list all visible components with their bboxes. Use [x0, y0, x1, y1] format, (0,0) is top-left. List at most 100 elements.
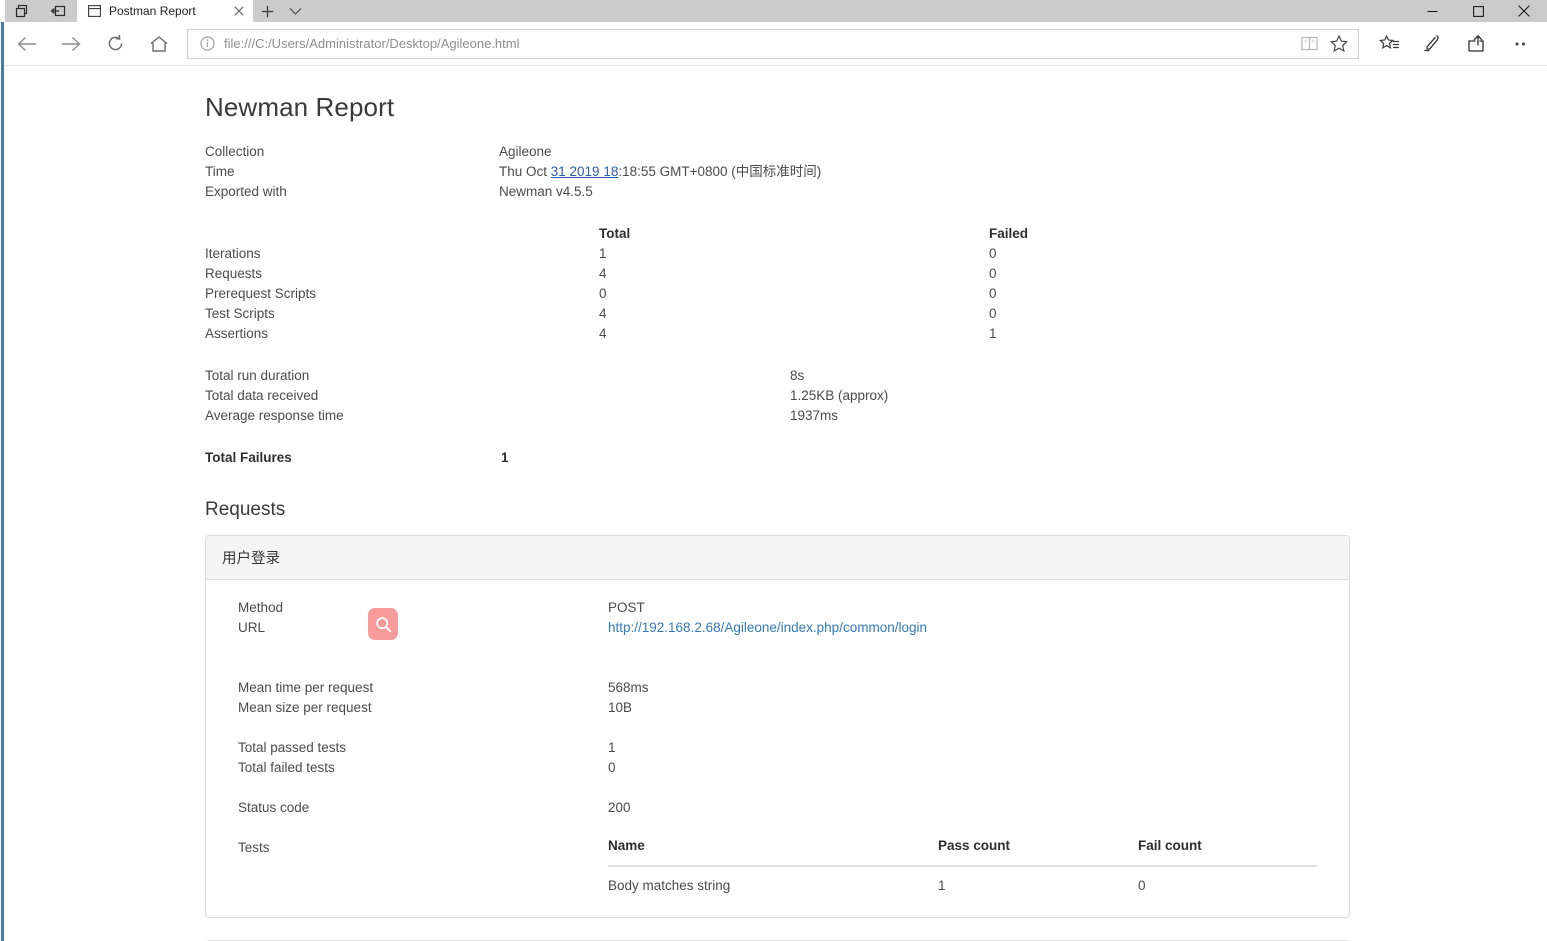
browser-tab[interactable]: Postman Report: [77, 0, 253, 22]
table-row: Assertions 4 1: [205, 324, 1547, 344]
duration-label: Total data received: [205, 388, 319, 403]
table-row: Prerequest Scripts 0 0: [205, 284, 1547, 304]
stat-failed: 1: [989, 326, 997, 341]
book-icon[interactable]: [1294, 30, 1324, 58]
request-url-link[interactable]: http://192.168.2.68/Agileone/index.php/c…: [608, 620, 927, 635]
stat-failed: 0: [989, 286, 997, 301]
stat-label: Requests: [205, 266, 263, 281]
stat-failed: 0: [989, 306, 997, 321]
meta-value: Thu Oct 31 2019 18:18:55 GMT+0800 (中国标准时…: [499, 162, 821, 182]
summary-header-row: Total Failed: [205, 224, 1547, 244]
duration-value: 1.25KB (approx): [790, 388, 889, 403]
total-failures-row: Total Failures 1: [205, 448, 1547, 468]
toolbar-actions: [1367, 22, 1547, 66]
chevron-down-icon[interactable]: [281, 0, 309, 22]
tests-section: Tests Name Pass count Fail count Body ma…: [238, 838, 1317, 893]
stat-label: Prerequest Scripts: [205, 286, 317, 301]
passed-tests-value: 1: [608, 740, 616, 755]
share-icon[interactable]: [1455, 22, 1499, 66]
tests-label: Tests: [238, 840, 270, 855]
date-link[interactable]: 31 2019 18: [551, 164, 619, 179]
duration-value: 1937ms: [790, 408, 839, 423]
meta-label: Exported with: [205, 184, 287, 199]
browser-window: Postman Report file:///C:/Users/Administ…: [5, 0, 1547, 941]
failed-tests-value: 0: [608, 760, 616, 775]
summary-header-failed: Failed: [989, 226, 1029, 241]
stat-total: 1: [599, 246, 607, 261]
refresh-button[interactable]: [93, 22, 137, 66]
duration-label: Average response time: [205, 408, 344, 423]
duration-label: Total run duration: [205, 368, 310, 383]
page-icon: [87, 4, 101, 18]
star-icon[interactable]: [1324, 30, 1354, 58]
total-failures-label: Total Failures: [205, 450, 292, 465]
report-meta: Collection Agileone Time Thu Oct 31 2019…: [205, 142, 1547, 202]
info-icon[interactable]: [196, 33, 218, 55]
status-code-value: 200: [608, 800, 631, 815]
favorites-hub-icon[interactable]: [1367, 22, 1411, 66]
test-name: Body matches string: [608, 878, 731, 893]
passed-tests-label: Total passed tests: [238, 740, 347, 755]
request-card: 用户登录 Method POST URL http://192.168.2.68…: [205, 535, 1350, 918]
stat-label: Iterations: [205, 246, 261, 261]
newman-report: Newman Report Collection Agileone Time T…: [5, 66, 1547, 941]
test-fail-count: 0: [1138, 878, 1146, 893]
window-restore-icon[interactable]: [11, 0, 33, 22]
meta-value: Agileone: [499, 144, 552, 159]
tab-strip: Postman Report: [5, 0, 1547, 22]
forward-button[interactable]: [49, 22, 93, 66]
minimize-button[interactable]: [1409, 0, 1455, 22]
url-text[interactable]: file:///C:/Users/Administrator/Desktop/A…: [218, 36, 1294, 51]
status-code-row: Status code 200: [238, 798, 1317, 818]
close-button[interactable]: [1501, 0, 1547, 22]
address-bar[interactable]: file:///C:/Users/Administrator/Desktop/A…: [187, 28, 1359, 59]
stat-total: 4: [599, 306, 607, 321]
meta-label: Collection: [205, 144, 265, 159]
meta-label: Time: [205, 164, 235, 179]
page-title: Newman Report: [205, 92, 395, 122]
search-icon[interactable]: [368, 608, 398, 640]
column-header-pass-count: Pass count: [938, 838, 1138, 867]
pen-icon[interactable]: [1411, 22, 1455, 66]
status-code-label: Status code: [238, 800, 310, 815]
url-label: URL: [238, 620, 266, 635]
tests-table: Name Pass count Fail count Body matches …: [608, 838, 1317, 893]
back-button[interactable]: [5, 22, 49, 66]
time-prefix: Thu Oct: [499, 164, 551, 179]
new-tab-button[interactable]: [253, 0, 281, 22]
close-icon[interactable]: [231, 3, 247, 19]
section-title-requests: Requests: [205, 499, 286, 520]
table-row: Test Scripts 4 0: [205, 304, 1547, 324]
meta-row-time: Time Thu Oct 31 2019 18:18:55 GMT+0800 (…: [205, 162, 1547, 182]
meta-row-collection: Collection Agileone: [205, 142, 1547, 162]
stat-label: Test Scripts: [205, 306, 275, 321]
tests-table-header: Name Pass count Fail count: [608, 838, 1317, 867]
window-controls: [1409, 0, 1547, 22]
table-row: Total run duration 8s: [205, 366, 1547, 386]
home-button[interactable]: [137, 22, 181, 66]
metric-label: Mean size per request: [238, 700, 372, 715]
stat-total: 0: [599, 286, 607, 301]
tab-title: Postman Report: [109, 4, 196, 18]
summary-table: Total Failed Iterations 1 0 Requests 4 0…: [205, 224, 1547, 344]
method-value: POST: [608, 600, 645, 615]
table-row: Mean time per request 568ms: [238, 678, 1317, 698]
total-failures-value: 1: [501, 450, 509, 465]
duration-value: 8s: [790, 368, 805, 383]
page-viewport: Newman Report Collection Agileone Time T…: [5, 66, 1547, 941]
more-icon[interactable]: [1499, 22, 1543, 66]
set-tabs-aside-icon[interactable]: [47, 0, 69, 22]
table-row: Total data received 1.25KB (approx): [205, 386, 1547, 406]
table-row: Total failed tests 0: [238, 758, 1317, 778]
table-row: Requests 4 0: [205, 264, 1547, 284]
navigation-toolbar: file:///C:/Users/Administrator/Desktop/A…: [5, 22, 1547, 66]
maximize-button[interactable]: [1455, 0, 1501, 22]
time-suffix: :18:55 GMT+0800 (中国标准时间): [618, 164, 822, 179]
meta-value: Newman v4.5.5: [499, 184, 593, 199]
method-row: Method POST: [238, 598, 1317, 618]
table-row: Mean size per request 10B: [238, 698, 1317, 718]
run-summary: Total run duration 8s Total data receive…: [205, 366, 1547, 426]
